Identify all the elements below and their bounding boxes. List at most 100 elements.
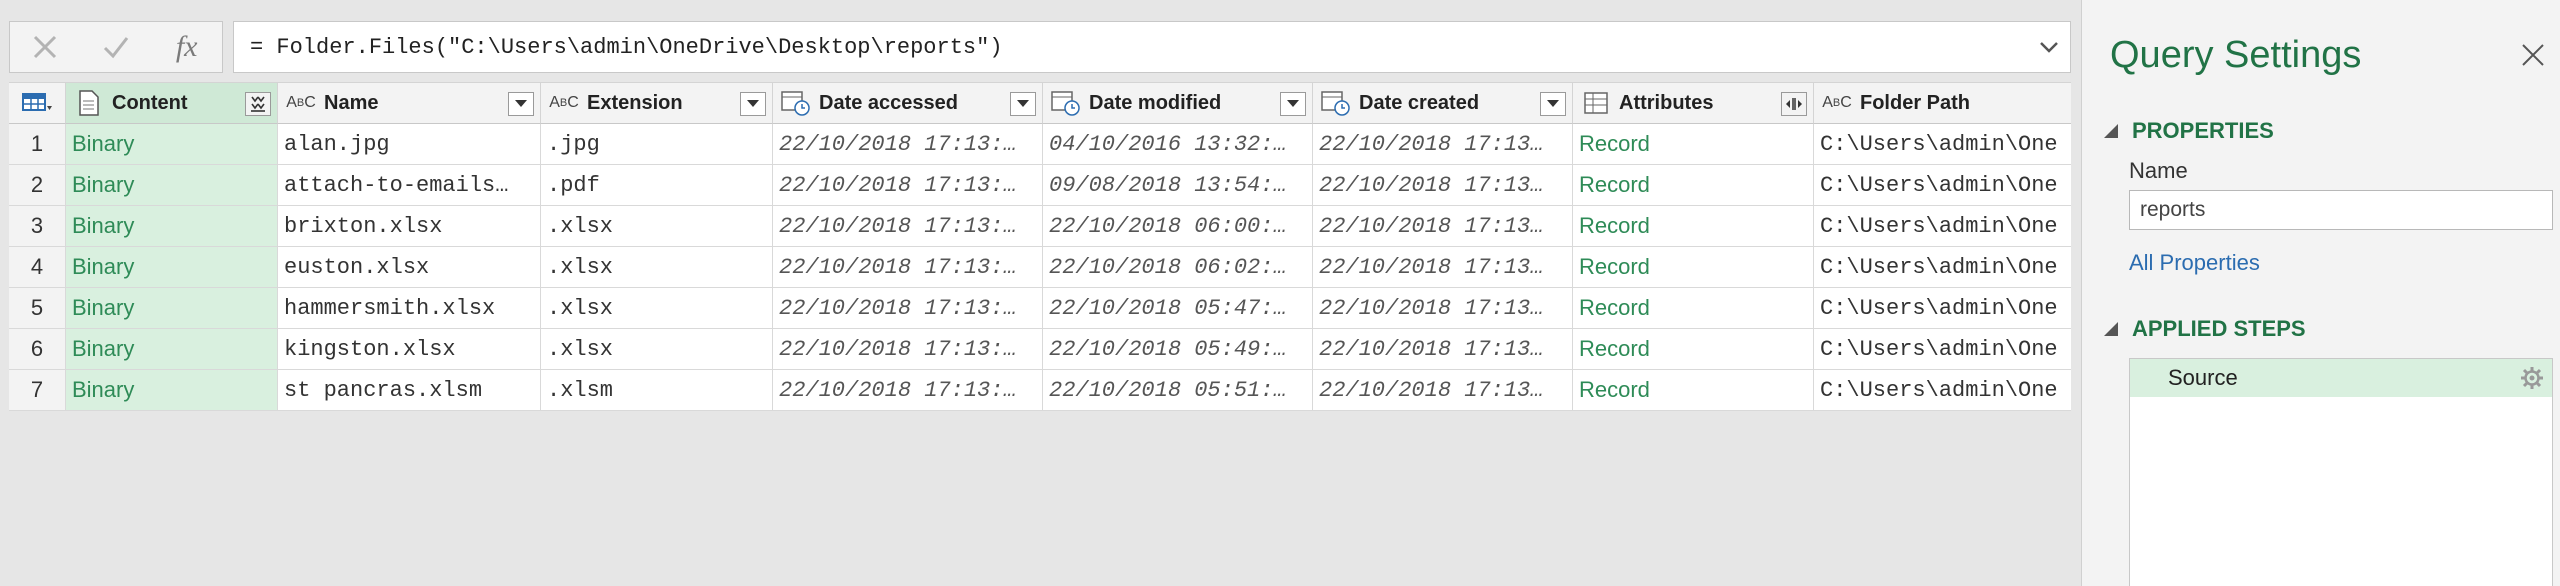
formula-input[interactable]: = Folder.Files("C:\Users\admin\OneDrive\… (233, 21, 2071, 73)
expand-record-icon[interactable] (1781, 92, 1807, 116)
cell-content[interactable]: Binary (66, 165, 278, 206)
cell-extension[interactable]: .xlsx (541, 329, 773, 370)
pane-title: Query Settings (2110, 34, 2362, 76)
cell-name[interactable]: kingston.xlsx (278, 329, 541, 370)
column-header-date-accessed[interactable]: Date accessed (773, 82, 1043, 124)
cell-date-modified[interactable]: 09/08/2018 13:54:… (1043, 165, 1313, 206)
cell-date-created[interactable]: 22/10/2018 17:13… (1313, 247, 1573, 288)
cell-content[interactable]: Binary (66, 206, 278, 247)
row-number[interactable]: 5 (9, 288, 66, 329)
filter-dropdown-icon[interactable] (1280, 92, 1306, 116)
column-header-content[interactable]: Content (66, 82, 278, 124)
properties-section-header[interactable]: PROPERTIES (2104, 118, 2274, 144)
cell-folder-path[interactable]: C:\Users\admin\One (1814, 165, 2071, 206)
cell-folder-path[interactable]: C:\Users\admin\One (1814, 124, 2071, 165)
row-number[interactable]: 3 (9, 206, 66, 247)
cell-attributes[interactable]: Record (1573, 370, 1814, 411)
filter-dropdown-icon[interactable] (740, 92, 766, 116)
cell-folder-path[interactable]: C:\Users\admin\One (1814, 247, 2071, 288)
column-header-attributes[interactable]: Attributes (1573, 82, 1814, 124)
text-type-icon: ABC (1822, 94, 1852, 111)
cell-name[interactable]: st pancras.xlsm (278, 370, 541, 411)
all-properties-link[interactable]: All Properties (2129, 250, 2260, 276)
column-header-folder-path[interactable]: ABC Folder Path (1814, 82, 2071, 124)
cell-folder-path[interactable]: C:\Users\admin\One (1814, 206, 2071, 247)
column-header-label: Folder Path (1860, 91, 1971, 114)
cell-date-modified[interactable]: 22/10/2018 06:02:… (1043, 247, 1313, 288)
column-header-name[interactable]: ABC Name (278, 82, 541, 124)
cell-date-modified[interactable]: 22/10/2018 06:00:… (1043, 206, 1313, 247)
text-type-icon: ABC (549, 94, 579, 111)
row-number[interactable]: 4 (9, 247, 66, 288)
cell-content[interactable]: Binary (66, 124, 278, 165)
cell-date-accessed[interactable]: 22/10/2018 17:13:… (773, 247, 1043, 288)
row-number[interactable]: 7 (9, 370, 66, 411)
cell-extension[interactable]: .xlsx (541, 247, 773, 288)
cell-extension[interactable]: .xlsm (541, 370, 773, 411)
cell-folder-path[interactable]: C:\Users\admin\One (1814, 370, 2071, 411)
cell-name[interactable]: euston.xlsx (278, 247, 541, 288)
cell-folder-path[interactable]: C:\Users\admin\One (1814, 329, 2071, 370)
cell-name[interactable]: brixton.xlsx (278, 206, 541, 247)
filter-dropdown-icon[interactable] (1010, 92, 1036, 116)
table-menu-icon[interactable] (9, 82, 66, 124)
close-icon[interactable] (2520, 42, 2546, 68)
column-header-extension[interactable]: ABC Extension (541, 82, 773, 124)
cell-content[interactable]: Binary (66, 370, 278, 411)
applied-steps-list: Source (2129, 358, 2553, 586)
cell-folder-path[interactable]: C:\Users\admin\One (1814, 288, 2071, 329)
close-icon[interactable] (10, 22, 81, 72)
table-row: 5 Binary hammersmith.xlsx .xlsx 22/10/20… (9, 288, 2071, 329)
cell-content[interactable]: Binary (66, 329, 278, 370)
cell-date-accessed[interactable]: 22/10/2018 17:13:… (773, 288, 1043, 329)
cell-content[interactable]: Binary (66, 288, 278, 329)
cell-date-created[interactable]: 22/10/2018 17:13… (1313, 124, 1573, 165)
cell-name[interactable]: hammersmith.xlsx (278, 288, 541, 329)
cell-attributes[interactable]: Record (1573, 247, 1814, 288)
cell-date-created[interactable]: 22/10/2018 17:13… (1313, 165, 1573, 206)
cell-extension[interactable]: .jpg (541, 124, 773, 165)
cell-date-accessed[interactable]: 22/10/2018 17:13:… (773, 124, 1043, 165)
cell-date-accessed[interactable]: 22/10/2018 17:13:… (773, 329, 1043, 370)
gear-icon[interactable] (2520, 366, 2544, 390)
chevron-down-icon[interactable] (2038, 36, 2060, 58)
expand-binary-icon[interactable] (245, 92, 271, 116)
cell-date-created[interactable]: 22/10/2018 17:13… (1313, 288, 1573, 329)
column-header-date-modified[interactable]: Date modified (1043, 82, 1313, 124)
cell-extension[interactable]: .xlsx (541, 206, 773, 247)
column-header-label: Name (324, 91, 379, 114)
cell-attributes[interactable]: Record (1573, 329, 1814, 370)
column-header-date-created[interactable]: Date created (1313, 82, 1573, 124)
cell-date-accessed[interactable]: 22/10/2018 17:13:… (773, 165, 1043, 206)
cell-date-accessed[interactable]: 22/10/2018 17:13:… (773, 370, 1043, 411)
cell-content[interactable]: Binary (66, 247, 278, 288)
cell-date-created[interactable]: 22/10/2018 17:13… (1313, 370, 1573, 411)
cell-date-modified[interactable]: 22/10/2018 05:51:… (1043, 370, 1313, 411)
cell-date-created[interactable]: 22/10/2018 17:13… (1313, 206, 1573, 247)
cell-date-modified[interactable]: 22/10/2018 05:47:… (1043, 288, 1313, 329)
cell-extension[interactable]: .xlsx (541, 288, 773, 329)
cell-name[interactable]: alan.jpg (278, 124, 541, 165)
row-number[interactable]: 2 (9, 165, 66, 206)
query-name-input[interactable]: reports (2129, 190, 2553, 230)
applied-steps-section-header[interactable]: APPLIED STEPS (2104, 316, 2306, 342)
filter-dropdown-icon[interactable] (1540, 92, 1566, 116)
fx-icon[interactable]: fx (151, 22, 222, 72)
row-number[interactable]: 1 (9, 124, 66, 165)
cell-date-modified[interactable]: 22/10/2018 05:49:… (1043, 329, 1313, 370)
check-icon[interactable] (81, 22, 152, 72)
step-label: Source (2168, 365, 2238, 390)
cell-date-created[interactable]: 22/10/2018 17:13… (1313, 329, 1573, 370)
row-number[interactable]: 6 (9, 329, 66, 370)
cell-name[interactable]: attach-to-emails… (278, 165, 541, 206)
datetime-type-icon (779, 89, 813, 117)
cell-date-modified[interactable]: 04/10/2016 13:32:… (1043, 124, 1313, 165)
cell-attributes[interactable]: Record (1573, 206, 1814, 247)
filter-dropdown-icon[interactable] (508, 92, 534, 116)
cell-extension[interactable]: .pdf (541, 165, 773, 206)
cell-attributes[interactable]: Record (1573, 124, 1814, 165)
cell-attributes[interactable]: Record (1573, 288, 1814, 329)
applied-step-source[interactable]: Source (2130, 359, 2552, 397)
cell-attributes[interactable]: Record (1573, 165, 1814, 206)
cell-date-accessed[interactable]: 22/10/2018 17:13:… (773, 206, 1043, 247)
